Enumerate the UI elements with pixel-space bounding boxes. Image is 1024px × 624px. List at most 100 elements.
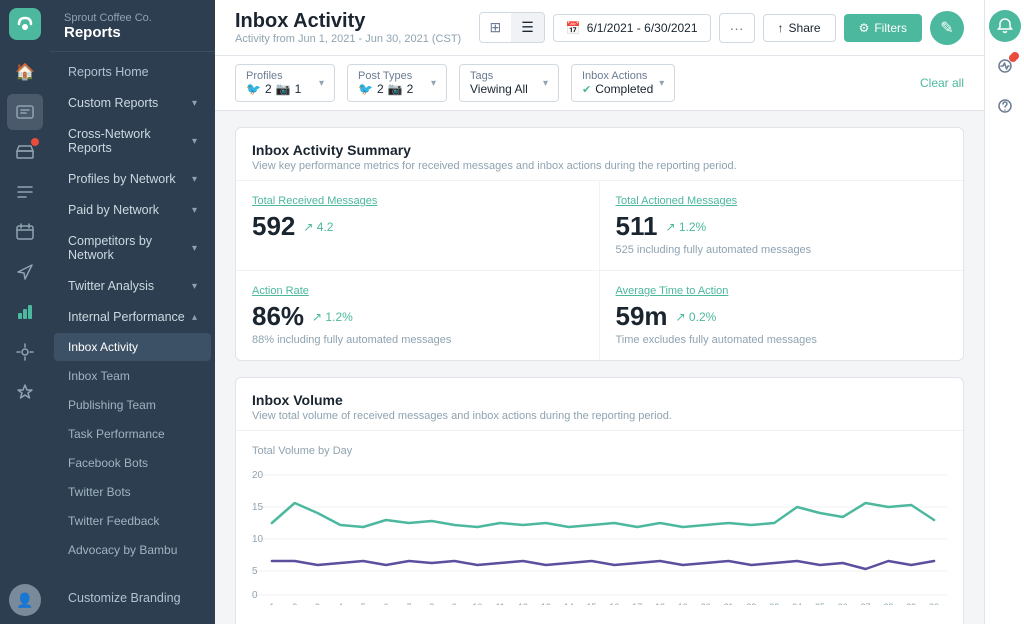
user-avatar[interactable]: 👤 [9,584,41,616]
volume-card-header: Inbox Volume View total volume of receiv… [236,378,963,431]
date-range-button[interactable]: 📅 6/1/2021 - 6/30/2021 [553,14,711,42]
metric-sub-2: 88% including fully automated messages [252,334,583,346]
svg-text:8: 8 [429,602,434,605]
chevron-icon: ▾ [192,136,197,147]
svg-text:13: 13 [541,602,551,605]
chart-area: 20 15 10 5 0 1 2 3 4 5 [252,465,947,624]
chevron-icon: ▾ [192,243,197,254]
inbox-actions-filter[interactable]: Inbox Actions ✔ Completed ▾ [571,64,675,102]
sidebar-sub-task-performance[interactable]: Task Performance [54,420,211,448]
activity-button[interactable] [989,50,1021,82]
share-button[interactable]: ↑ Share [763,14,836,42]
home-icon[interactable]: 🏠 [7,54,43,90]
metric-trend-0: ↗ 4.2 [303,220,333,234]
reports-icon[interactable] [7,294,43,330]
metric-total-actioned: Total Actioned Messages 511 ↗ 1.2% 525 i… [600,181,964,271]
metric-label-3: Average Time to Action [616,285,948,297]
notifications-button[interactable] [989,10,1021,42]
metric-total-received: Total Received Messages 592 ↗ 4.2 [236,181,600,271]
list-view-button[interactable]: ☰ [511,13,544,42]
volume-card: Inbox Volume View total volume of receiv… [235,377,964,624]
tasks-icon[interactable] [7,174,43,210]
chevron-down-icon: ▾ [431,78,436,89]
activity-badge [1011,52,1019,60]
company-name: Sprout Coffee Co. [64,12,201,24]
sidebar-sub-facebook-bots[interactable]: Facebook Bots [54,449,211,477]
compose-icon[interactable] [7,94,43,130]
calendar-icon[interactable] [7,214,43,250]
svg-text:5: 5 [361,602,366,605]
svg-text:23: 23 [769,602,779,605]
volume-subtitle: View total volume of received messages a… [252,410,947,422]
sidebar-sub-inbox-team[interactable]: Inbox Team [54,362,211,390]
view-toggle: ⊞ ☰ [479,12,545,43]
profiles-filter[interactable]: Profiles 🐦 2 📷 1 ▾ [235,64,335,102]
tools-icon[interactable] [7,334,43,370]
svg-text:9: 9 [452,602,457,605]
post-types-filter[interactable]: Post Types 🐦 2 📷 2 ▾ [347,64,447,102]
chart-container: Total Volume by Day 20 15 10 5 [236,431,963,624]
svg-text:3: 3 [315,602,320,605]
volume-title: Inbox Volume [252,392,947,408]
metric-sub-1: 525 including fully automated messages [616,244,948,256]
grid-view-button[interactable]: ⊞ [480,13,512,42]
sidebar-sub-twitter-bots[interactable]: Twitter Bots [54,478,211,506]
topbar: Inbox Activity Activity from Jun 1, 2021… [215,0,984,56]
topbar-left: Inbox Activity Activity from Jun 1, 2021… [235,10,461,45]
sidebar-item-competitors[interactable]: Competitors by Network ▾ [54,226,211,270]
svg-text:27: 27 [861,602,871,605]
section-title: Reports [64,24,201,41]
sidebar: Sprout Coffee Co. Reports Reports Home C… [50,0,215,624]
svg-text:17: 17 [632,602,642,605]
sidebar-item-twitter-analysis[interactable]: Twitter Analysis ▾ [54,271,211,301]
svg-text:4: 4 [338,602,343,605]
svg-text:30: 30 [929,602,939,605]
sidebar-item-custom-reports[interactable]: Custom Reports ▾ [54,88,211,118]
instagram-icon: 📷 [276,82,291,96]
metric-value-2: 86% [252,301,304,332]
metric-value-3: 59m [616,301,668,332]
chart-label: Total Volume by Day [252,445,947,457]
send-icon[interactable] [7,254,43,290]
chevron-down-icon: ▾ [319,78,324,89]
metric-label-1: Total Actioned Messages [616,195,948,207]
sidebar-nav: Reports Home Custom Reports ▾ Cross-Netw… [50,52,215,569]
app-logo[interactable] [9,8,41,40]
sidebar-sub-inbox-activity[interactable]: Inbox Activity [54,333,211,361]
filters-button[interactable]: ⚙ Filters [844,14,922,42]
svg-text:22: 22 [746,602,756,605]
metric-value-0: 592 [252,211,295,242]
summary-card-header: Inbox Activity Summary View key performa… [236,128,963,181]
clear-all-button[interactable]: Clear all [920,76,964,90]
svg-text:6: 6 [384,602,389,605]
svg-text:7: 7 [406,602,411,605]
svg-text:20: 20 [252,470,263,481]
edit-button[interactable]: ✎ [930,11,964,45]
svg-text:21: 21 [724,602,734,605]
customize-branding-btn[interactable]: Customize Branding [54,583,211,613]
chevron-icon: ▾ [192,174,197,185]
svg-text:15: 15 [252,502,263,513]
summary-card: Inbox Activity Summary View key performa… [235,127,964,361]
sidebar-sub-advocacy[interactable]: Advocacy by Bambu [54,536,211,564]
chevron-down-icon: ▾ [543,78,548,89]
sidebar-item-paid-by-network[interactable]: Paid by Network ▾ [54,195,211,225]
inbox-icon[interactable] [7,134,43,170]
sidebar-item-reports-home[interactable]: Reports Home [54,57,211,87]
svg-text:5: 5 [252,566,258,577]
sidebar-item-cross-network[interactable]: Cross-Network Reports ▾ [54,119,211,163]
svg-text:29: 29 [906,602,916,605]
svg-text:10: 10 [472,602,482,605]
sidebar-item-profiles-by-network[interactable]: Profiles by Network ▾ [54,164,211,194]
tags-filter[interactable]: Tags Viewing All ▾ [459,64,559,102]
metric-action-rate: Action Rate 86% ↗ 1.2% 88% including ful… [236,271,600,360]
sidebar-sub-publishing-team[interactable]: Publishing Team [54,391,211,419]
sidebar-sub-twitter-feedback[interactable]: Twitter Feedback [54,507,211,535]
help-button[interactable] [989,90,1021,122]
more-options-button[interactable]: ··· [719,13,755,43]
metric-value-1: 511 [616,211,658,242]
star-icon[interactable] [7,374,43,410]
svg-text:25: 25 [815,602,825,605]
sidebar-item-internal-performance[interactable]: Internal Performance ▴ [54,302,211,332]
svg-text:19: 19 [678,602,688,605]
